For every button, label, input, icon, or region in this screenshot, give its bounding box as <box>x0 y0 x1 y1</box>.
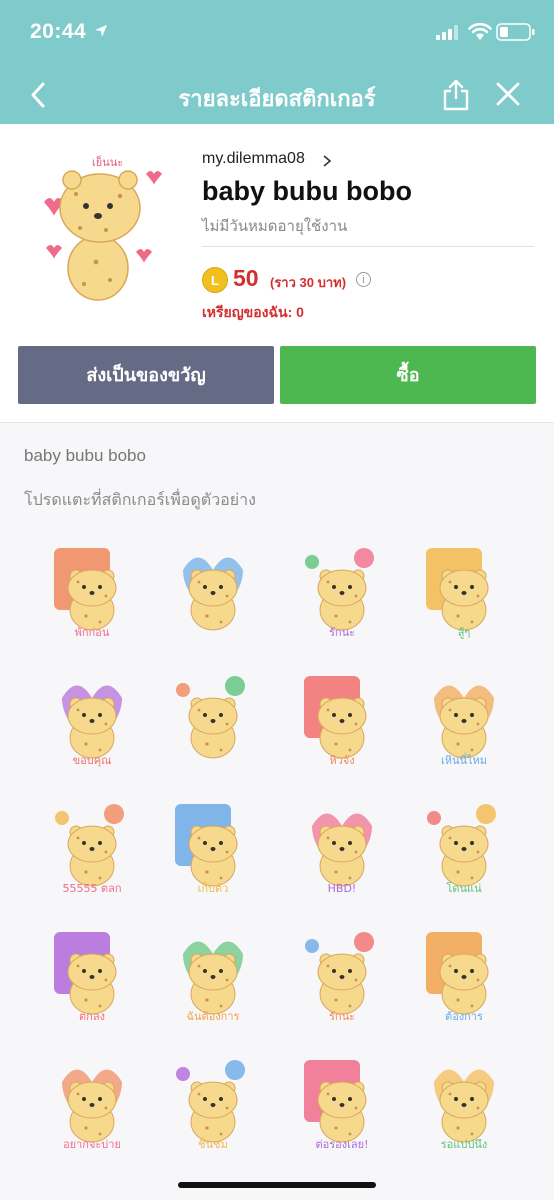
sticker-3[interactable]: รักนะ <box>282 530 402 640</box>
sticker-16[interactable]: ต้องการ <box>404 914 524 1024</box>
sticker-17[interactable]: อยากจะบ่าย <box>32 1042 152 1152</box>
sticker-detail-header: เย็นนะ my.dilemma08 baby bubu bobo ไม่มี… <box>0 124 554 422</box>
author-link[interactable]: my.dilemma08 <box>202 150 305 168</box>
sticker-12[interactable]: โดนแน่ <box>404 786 524 896</box>
sticker-caption: HBD! <box>328 882 357 895</box>
sticker-pack-title: baby bubu bobo <box>202 176 412 206</box>
main-sticker-label: เย็นนะ <box>92 155 123 169</box>
section-divider <box>0 422 554 423</box>
sticker-caption: สู้ๆ <box>458 626 471 639</box>
sticker-2[interactable] <box>153 530 273 640</box>
location-arrow-icon <box>95 25 107 37</box>
sticker-caption: รักนะ <box>329 1010 355 1023</box>
wifi-icon <box>468 22 492 40</box>
sticker-list-pack-name: baby bubu bobo <box>24 446 146 465</box>
sticker-caption: รอแปปนึง <box>441 1138 487 1151</box>
sticker-1[interactable]: พักก่อน <box>32 530 152 640</box>
sticker-caption: 55555 ตลก <box>62 882 121 895</box>
sticker-15[interactable]: รักนะ <box>282 914 402 1024</box>
validity-text: ไม่มีวันหมดอายุใช้งาน <box>202 218 348 235</box>
divider <box>202 246 534 247</box>
sticker-13[interactable]: ตกลง <box>32 914 152 1024</box>
sticker-caption: รักนะ <box>329 626 355 639</box>
chevron-right-icon[interactable] <box>322 154 332 168</box>
sticker-19[interactable]: ต่อรองเลย! <box>282 1042 402 1152</box>
send-as-gift-button[interactable]: ส่งเป็นของขวัญ <box>18 346 274 404</box>
sticker-18[interactable]: ชื่นชม <box>153 1042 273 1152</box>
share-icon[interactable] <box>440 78 472 112</box>
close-icon[interactable] <box>494 80 522 108</box>
sticker-14[interactable]: ฉันต้องการ <box>153 914 273 1024</box>
sticker-caption: ต่อรองเลย! <box>316 1138 369 1151</box>
sticker-11[interactable]: HBD! <box>282 786 402 896</box>
sticker-caption: ต้องการ <box>445 1010 483 1023</box>
sticker-caption: พักก่อน <box>75 626 110 639</box>
home-indicator <box>178 1182 376 1188</box>
tap-to-preview-hint: โปรดแตะที่สติกเกอร์เพื่อดูตัวอย่าง <box>24 492 256 509</box>
main-sticker-image[interactable]: เย็นนะ <box>36 144 166 304</box>
sticker-caption: อยากจะบ่าย <box>63 1138 121 1151</box>
sticker-6[interactable] <box>153 658 273 768</box>
sticker-caption: ชื่นชม <box>198 1136 228 1151</box>
nav-bar: รายละเอียดสติกเกอร์ <box>0 68 554 124</box>
status-time: 20:44 <box>30 20 87 43</box>
status-bar: 20:44 <box>0 0 554 68</box>
sticker-caption: ฉันต้องการ <box>187 1010 240 1023</box>
sticker-20[interactable]: รอแปปนึง <box>404 1042 524 1152</box>
sticker-7[interactable]: หิวจัง <box>282 658 402 768</box>
battery-icon <box>496 23 535 41</box>
price-value: 50 <box>233 265 259 291</box>
sticker-9[interactable]: 55555 ตลก <box>32 786 152 896</box>
sticker-5[interactable]: ขอบคุณ <box>32 658 152 768</box>
sticker-caption: เหินนี่ไหม <box>441 752 487 767</box>
sticker-10[interactable]: เก็บตัว <box>153 786 273 896</box>
sticker-8[interactable]: เหินนี่ไหม <box>404 658 524 768</box>
sticker-caption: เก็บตัว <box>198 881 229 895</box>
sticker-caption: โดนแน่ <box>446 881 482 895</box>
my-coins-balance: เหรียญของฉัน: 0 <box>202 304 304 320</box>
line-coin-icon: L <box>202 267 228 293</box>
sticker-caption: ตกลง <box>79 1010 105 1023</box>
buy-button[interactable]: ซื้อ <box>280 346 536 404</box>
info-icon[interactable]: i <box>356 272 371 287</box>
price-baht-note: (ราว 30 บาท) <box>270 275 347 290</box>
cellular-signal-icon <box>436 25 458 40</box>
sticker-caption: ขอบคุณ <box>73 754 112 767</box>
sticker-4[interactable]: สู้ๆ <box>404 530 524 640</box>
sticker-caption: หิวจัง <box>329 754 354 767</box>
